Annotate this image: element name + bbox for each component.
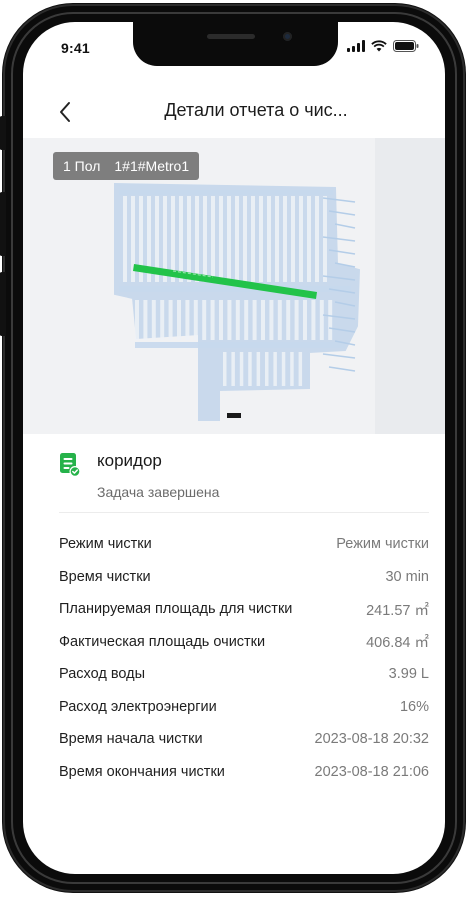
detail-label: Время начала чистки [59, 731, 203, 748]
camera-dot [283, 32, 292, 41]
detail-value: 3.99 L [388, 666, 429, 683]
detail-value: 30 min [385, 568, 429, 585]
detail-label: Планируемая площадь для чистки [59, 601, 293, 618]
status-icons [347, 40, 419, 52]
speaker-grille [207, 34, 255, 39]
detail-value: Режим чистки [336, 536, 429, 553]
detail-row-start-time: Время начала чистки 2023-08-18 20:32 [59, 723, 429, 756]
volume-up-button [0, 192, 6, 256]
detail-row-cleaning-mode: Режим чистки Режим чистки [59, 528, 429, 561]
report-details-list: Режим чистки Режим чистки Время чистки 3… [59, 528, 429, 788]
detail-row-end-time: Время окончания чистки 2023-08-18 21:06 [59, 756, 429, 789]
task-status: Задача завершена [97, 484, 220, 500]
floor-name: 1 Пол [63, 158, 101, 174]
detail-label: Режим чистки [59, 536, 152, 553]
divider [59, 512, 429, 513]
robot-dock-marker [227, 413, 241, 418]
signal-icon [347, 40, 365, 52]
task-complete-icon [59, 452, 81, 483]
detail-row-power-usage: Расход электроэнергии 16% [59, 691, 429, 724]
detail-value: 241.57 ㎡ [366, 602, 429, 619]
detail-row-water-usage: Расход воды 3.99 L [59, 658, 429, 691]
detail-label: Время чистки [59, 568, 151, 585]
detail-value: 406.84 ㎡ [366, 635, 429, 652]
floor-plan [114, 182, 361, 421]
screen: 9:41 Детали отчета о чис... 1 Пол 1#1#Me… [23, 22, 445, 874]
nav-header: Детали отчета о чис... [23, 86, 445, 138]
detail-label: Фактическая площадь очистки [59, 633, 266, 650]
chevron-left-icon [60, 102, 70, 122]
page-title: Детали отчета о чис... [164, 100, 348, 120]
status-time: 9:41 [61, 40, 90, 56]
mute-switch [0, 116, 6, 150]
detail-row-planned-area: Планируемая площадь для чистки 241.57 ㎡ [59, 593, 429, 626]
back-button[interactable] [53, 98, 77, 126]
task-summary: коридор Задача завершена [23, 434, 445, 524]
detail-value: 2023-08-18 20:32 [314, 731, 430, 748]
detail-label: Расход воды [59, 666, 145, 683]
detail-label: Время окончания чистки [59, 763, 225, 780]
map-name: 1#1#Metro1 [114, 158, 190, 174]
detail-value: 16% [399, 698, 429, 715]
detail-row-cleaning-time: Время чистки 30 min [59, 561, 429, 594]
volume-down-button [0, 272, 6, 336]
detail-row-actual-area: Фактическая площадь очистки 406.84 ㎡ [59, 626, 429, 659]
floor-plan-map [114, 182, 361, 421]
wifi-icon [371, 40, 387, 52]
detail-label: Расход электроэнергии [59, 698, 217, 715]
phone-frame: 9:41 Детали отчета о чис... 1 Пол 1#1#Me… [0, 4, 465, 892]
notch [133, 22, 338, 66]
task-name: коридор [97, 451, 162, 470]
cleaning-map[interactable]: 1 Пол 1#1#Metro1 [23, 138, 445, 434]
floor-selector[interactable]: 1 Пол 1#1#Metro1 [53, 152, 200, 180]
detail-value: 2023-08-18 21:06 [314, 763, 430, 780]
battery-icon [393, 40, 419, 52]
